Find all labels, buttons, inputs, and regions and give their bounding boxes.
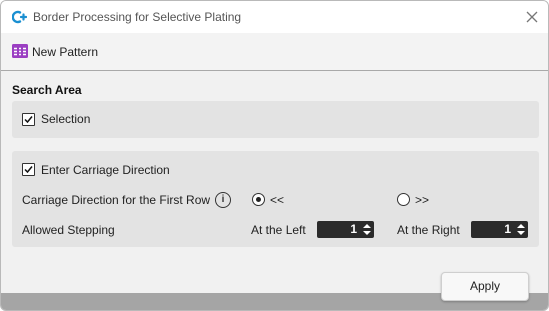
carriage-panel: Enter Carriage Direction Carriage Direct… <box>12 151 539 247</box>
checkmark-icon <box>24 166 33 174</box>
grid-pattern-icon <box>12 44 28 58</box>
at-left-value: 1 <box>350 222 357 236</box>
direction-right-radio[interactable] <box>397 193 410 206</box>
info-icon[interactable]: i <box>215 192 231 208</box>
title-bar: Border Processing for Selective Plating <box>1 1 548 33</box>
enter-carriage-label: Enter Carriage Direction <box>41 163 170 177</box>
direction-right-label: >> <box>415 193 430 207</box>
direction-left-radio[interactable] <box>252 193 265 206</box>
enter-carriage-checkbox[interactable] <box>22 163 35 176</box>
at-right-stepper[interactable]: 1 <box>471 221 528 238</box>
at-right-value: 1 <box>504 222 511 236</box>
at-left-stepper[interactable]: 1 <box>317 221 374 238</box>
apply-button[interactable]: Apply <box>441 272 529 301</box>
spinner-arrows-icon[interactable] <box>363 223 371 236</box>
direction-left-label: << <box>270 193 285 207</box>
spinner-arrows-icon[interactable] <box>517 223 525 236</box>
dialog-window: Border Processing for Selective Plating … <box>0 0 549 311</box>
search-area-title: Search Area <box>12 83 82 97</box>
allowed-stepping-label: Allowed Stepping <box>22 223 115 237</box>
close-icon[interactable] <box>523 8 541 26</box>
selection-label: Selection <box>41 112 91 126</box>
at-left-label: At the Left <box>251 223 306 237</box>
radio-selected-dot <box>256 197 261 202</box>
window-title: Border Processing for Selective Plating <box>33 10 242 24</box>
app-logo-icon <box>12 10 27 24</box>
at-right-label: At the Right <box>397 223 460 237</box>
selection-checkbox[interactable] <box>22 113 35 126</box>
first-row-direction-label: Carriage Direction for the First Row <box>22 193 211 207</box>
new-pattern-label: New Pattern <box>32 45 99 59</box>
search-area-panel: Selection <box>12 101 539 138</box>
checkmark-icon <box>24 116 33 124</box>
toolbar: New Pattern <box>1 33 548 71</box>
